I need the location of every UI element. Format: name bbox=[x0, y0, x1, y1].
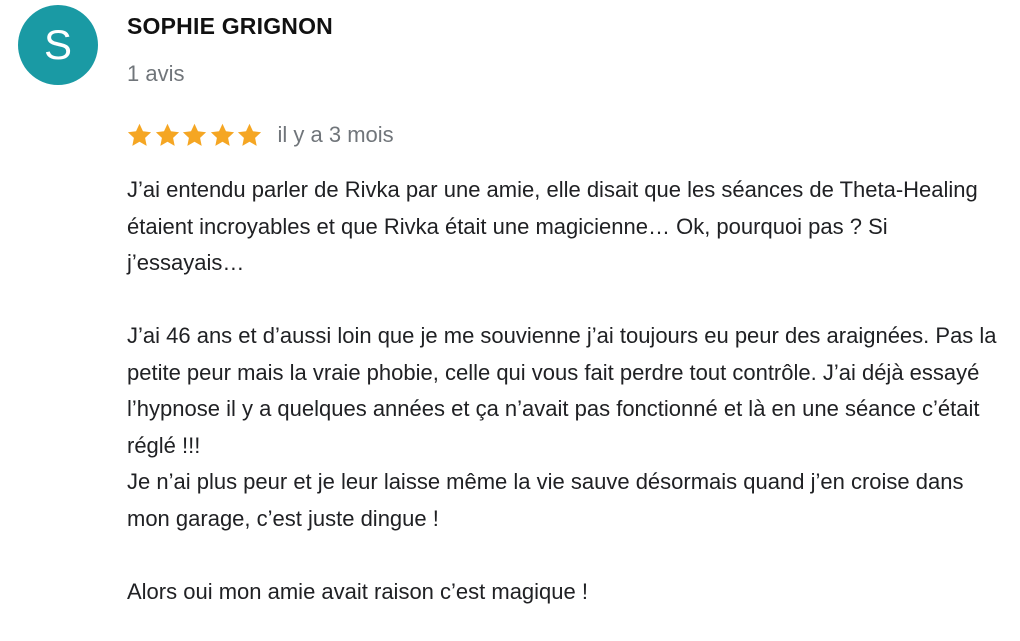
avatar-letter: S bbox=[43, 21, 72, 68]
star-icon bbox=[236, 122, 263, 149]
avatar[interactable]: S bbox=[18, 5, 98, 85]
review-text: J’ai entendu parler de Rivka par une ami… bbox=[127, 172, 1007, 610]
star-rating bbox=[126, 122, 264, 149]
star-icon bbox=[209, 122, 236, 149]
rating-row: il y a 3 mois bbox=[126, 118, 394, 152]
review-date: il y a 3 mois bbox=[277, 122, 394, 147]
reviewer-name[interactable]: SOPHIE GRIGNON bbox=[127, 13, 333, 40]
review-paragraph: J’ai 46 ans et d’aussi loin que je me so… bbox=[127, 323, 997, 458]
star-icon bbox=[154, 122, 181, 149]
star-icon bbox=[181, 122, 208, 149]
review-paragraph: J’ai entendu parler de Rivka par une ami… bbox=[127, 177, 978, 275]
review-text-truncated-line bbox=[127, 604, 1007, 641]
star-icon bbox=[126, 122, 153, 149]
reviewer-review-count: 1 avis bbox=[127, 61, 185, 86]
review-paragraph: Je n’ai plus peur et je leur laisse même… bbox=[127, 469, 964, 531]
